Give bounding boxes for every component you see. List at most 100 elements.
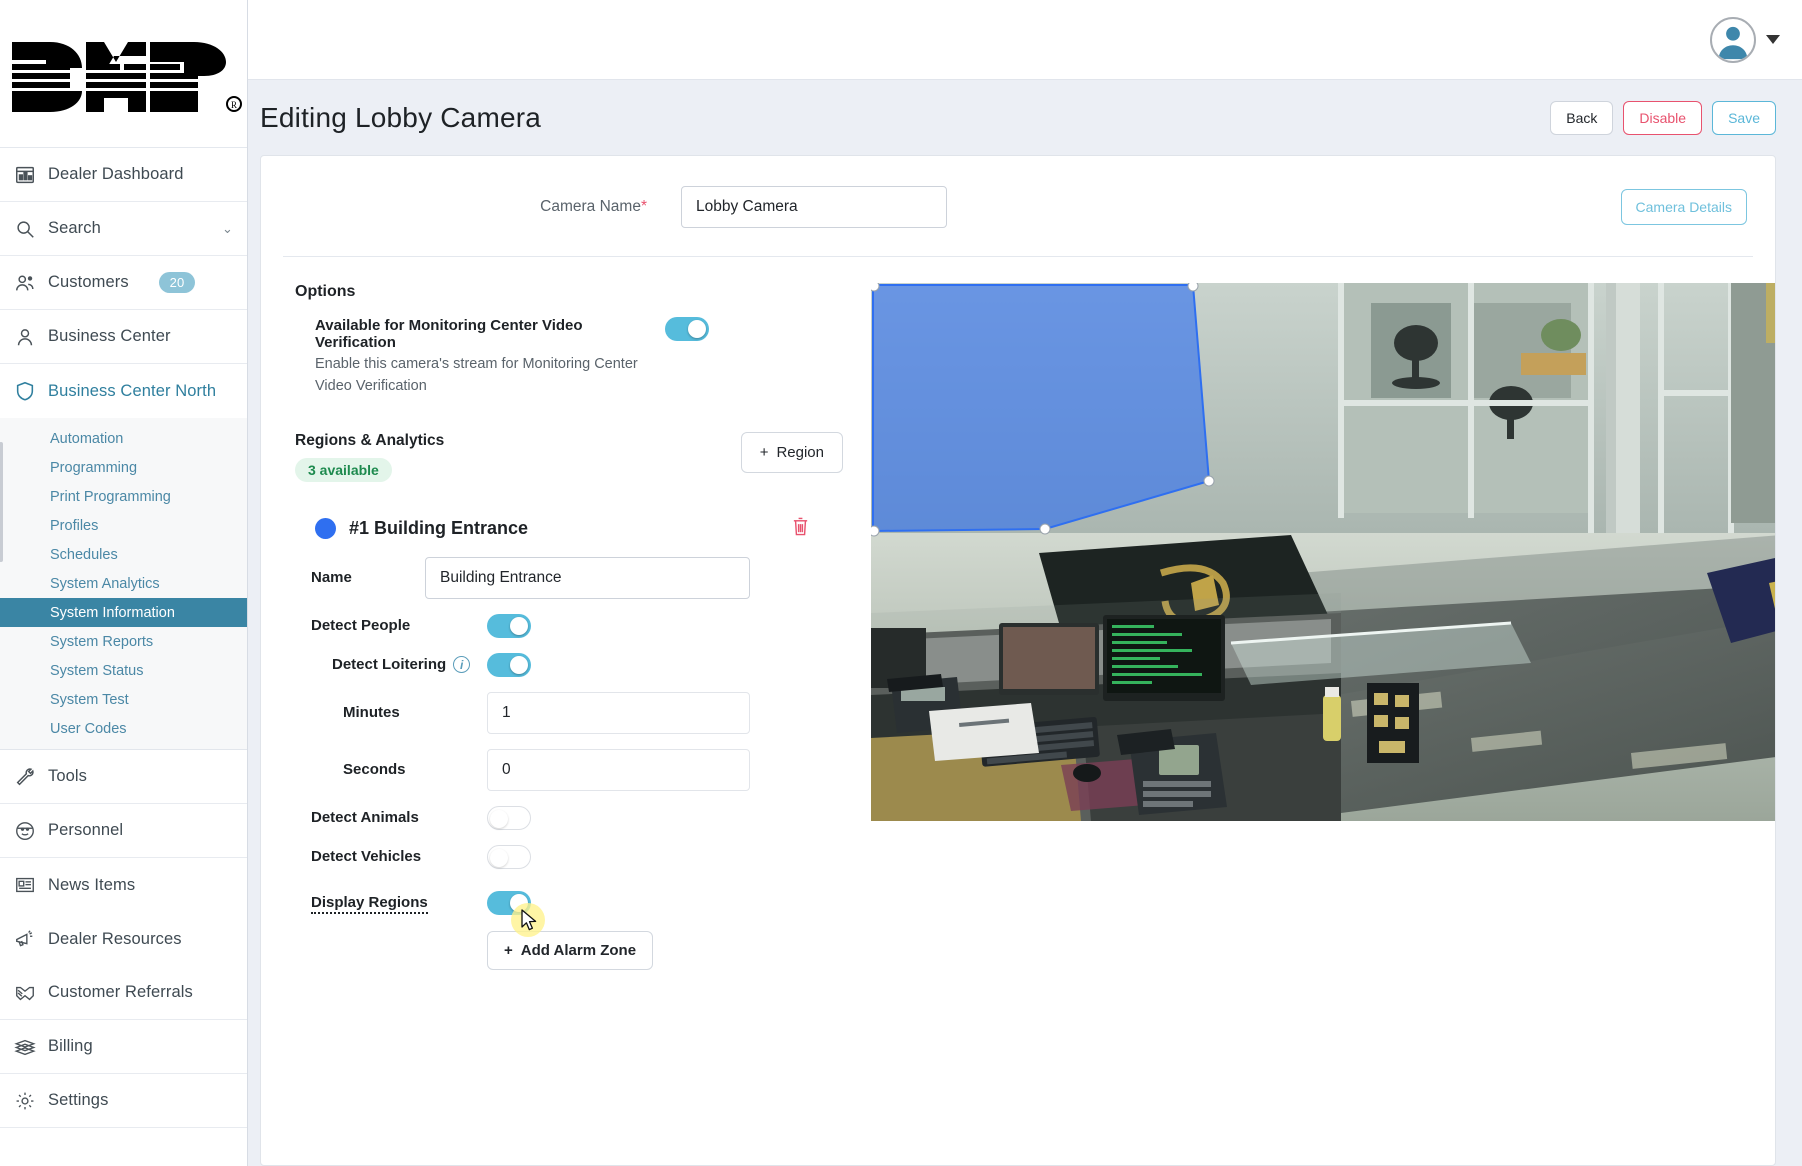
camera-name-row: Camera Name* Camera Details xyxy=(261,156,1775,228)
sidebar-subitem-system-status[interactable]: System Status xyxy=(0,656,247,685)
sidebar-item-tools[interactable]: Tools xyxy=(0,750,247,804)
add-region-button[interactable]: + Region xyxy=(740,431,843,473)
settings-column: Options Available for Monitoring Center … xyxy=(283,283,843,1010)
region-color-dot xyxy=(315,518,336,539)
detect-vehicles-row: Detect Vehicles xyxy=(295,844,843,869)
detect-animals-row: Detect Animals xyxy=(295,805,843,830)
camera-details-button[interactable]: Camera Details xyxy=(1620,189,1747,225)
dashboard-icon xyxy=(14,164,36,186)
required-asterisk: * xyxy=(640,198,647,215)
camera-name-input[interactable] xyxy=(681,186,947,228)
detect-loitering-label-wrap: Detect Loitering i xyxy=(295,656,487,674)
sidebar-subitem-schedules[interactable]: Schedules xyxy=(0,540,247,569)
camera-still-frame xyxy=(871,283,1775,821)
back-button[interactable]: Back xyxy=(1550,100,1614,135)
editor-card: Camera Name* Camera Details Options Avai… xyxy=(260,155,1776,1166)
account-menu[interactable] xyxy=(1710,16,1780,63)
sidebar-subitem-system-test[interactable]: System Test xyxy=(0,685,247,714)
region-name-field-row: Name xyxy=(295,556,843,599)
display-regions-label-wrap: Display Regions xyxy=(295,894,487,914)
sidebar-subitem-automation[interactable]: Automation xyxy=(0,424,247,453)
sidebar-item-label: Tools xyxy=(48,767,88,785)
plus-icon: + xyxy=(504,941,513,959)
sidebar-item-customers[interactable]: Customers 20 xyxy=(0,256,247,310)
sidebar-item-customer-referrals[interactable]: Customer Referrals xyxy=(0,966,247,1020)
detect-loitering-toggle[interactable] xyxy=(487,652,531,677)
sidebar-subitem-system-reports[interactable]: System Reports xyxy=(0,627,247,656)
sidebar-item-label: Settings xyxy=(48,1091,109,1109)
display-regions-row: Display Regions xyxy=(295,890,843,937)
detect-people-row: Detect People xyxy=(295,613,843,638)
sidebar-item-dealer-dashboard[interactable]: Dealer Dashboard xyxy=(0,148,247,202)
info-icon[interactable]: i xyxy=(453,656,471,674)
lobby-camera-live-preview[interactable] xyxy=(871,283,1775,821)
trash-icon[interactable] xyxy=(791,516,810,542)
region-handle-3[interactable] xyxy=(1203,475,1215,487)
regions-analytics-titles: Regions & Analytics 3 available xyxy=(295,432,444,482)
sidebar-item-label: Business Center North xyxy=(48,381,217,400)
sidebar-item-billing[interactable]: Billing xyxy=(0,1020,247,1074)
dmp-logo: R xyxy=(12,41,242,112)
chevron-down-icon[interactable]: ⌄ xyxy=(222,221,233,237)
region-number: #1 xyxy=(349,518,370,538)
submenu-scrollbar[interactable] xyxy=(0,418,3,749)
camera-column xyxy=(843,283,1775,1010)
sidebar-subitem-system-analytics[interactable]: System Analytics xyxy=(0,569,247,598)
sidebar-subitem-programming[interactable]: Programming xyxy=(0,453,247,482)
video-verification-option: Available for Monitoring Center Video Ve… xyxy=(295,317,843,398)
sidebar: R Dealer Dashboard Search ⌄ Customers 20… xyxy=(0,0,248,1166)
user-avatar-icon xyxy=(1718,26,1748,59)
sidebar-item-news-items[interactable]: News Items xyxy=(0,858,247,912)
app-root: R Dealer Dashboard Search ⌄ Customers 20… xyxy=(0,0,1802,1166)
seconds-input[interactable] xyxy=(487,748,750,791)
sidebar-item-settings[interactable]: Settings xyxy=(0,1074,247,1128)
top-bar xyxy=(248,0,1802,80)
sidebar-subitem-print-programming[interactable]: Print Programming xyxy=(0,482,247,511)
save-button[interactable]: Save xyxy=(1712,100,1776,135)
sidebar-item-business-center-north[interactable]: Business Center North xyxy=(0,364,247,418)
mouse-cursor xyxy=(521,908,537,930)
options-heading: Options xyxy=(295,283,356,300)
detect-people-toggle[interactable] xyxy=(487,613,531,638)
person-icon xyxy=(14,326,36,348)
sidebar-item-label: Customers xyxy=(48,273,129,291)
sidebar-item-business-center[interactable]: Business Center xyxy=(0,310,247,364)
region-name-label: Name xyxy=(311,569,352,586)
editor-body: Options Available for Monitoring Center … xyxy=(261,257,1775,1010)
sidebar-item-personnel[interactable]: Personnel xyxy=(0,804,247,858)
sidebar-item-dealer-resources[interactable]: Dealer Resources xyxy=(0,912,247,966)
sidebar-item-label: News Items xyxy=(48,875,136,894)
page-title: Editing Lobby Camera xyxy=(260,101,542,133)
minutes-input[interactable] xyxy=(487,691,750,734)
regions-analytics-header: Regions & Analytics 3 available + Region xyxy=(295,431,843,482)
brand-logo[interactable]: R xyxy=(0,0,247,148)
video-verification-toggle[interactable] xyxy=(665,317,709,341)
sidebar-subitem-user-codes[interactable]: User Codes xyxy=(0,714,247,743)
region-handle-4[interactable] xyxy=(1039,523,1051,535)
sidebar-item-label: Customer Referrals xyxy=(48,983,193,1001)
region-header-row: #1 Building Entrance xyxy=(295,516,843,542)
add-alarm-zone-button[interactable]: + Add Alarm Zone xyxy=(487,930,654,970)
chevron-down-icon[interactable] xyxy=(1766,35,1780,44)
add-region-label: Region xyxy=(776,443,824,461)
regions-available-badge: 3 available xyxy=(295,457,392,482)
main-area: Editing Lobby Camera Back Disable Save C… xyxy=(248,0,1802,1166)
display-regions-label: Display Regions xyxy=(311,894,428,914)
sidebar-subitem-system-information[interactable]: System Information xyxy=(0,598,247,627)
seconds-label: Seconds xyxy=(343,761,406,778)
video-verification-texts: Available for Monitoring Center Video Ve… xyxy=(315,317,665,398)
disable-button[interactable]: Disable xyxy=(1623,100,1703,135)
plus-icon: + xyxy=(759,443,769,461)
sidebar-item-search[interactable]: Search ⌄ xyxy=(0,202,247,256)
detect-animals-toggle[interactable] xyxy=(487,805,531,830)
detect-vehicles-toggle[interactable] xyxy=(487,844,531,869)
seconds-row: Seconds xyxy=(295,748,843,791)
search-icon xyxy=(14,218,36,240)
shield-icon xyxy=(14,380,36,402)
sidebar-item-label: Billing xyxy=(48,1037,93,1055)
sidebar-subitem-profiles[interactable]: Profiles xyxy=(0,511,247,540)
region-heading: #1 Building Entrance xyxy=(349,518,528,539)
region-name-input[interactable] xyxy=(425,556,750,599)
video-verification-description: Enable this camera's stream for Monitori… xyxy=(315,356,638,394)
minutes-row: Minutes xyxy=(295,691,843,734)
